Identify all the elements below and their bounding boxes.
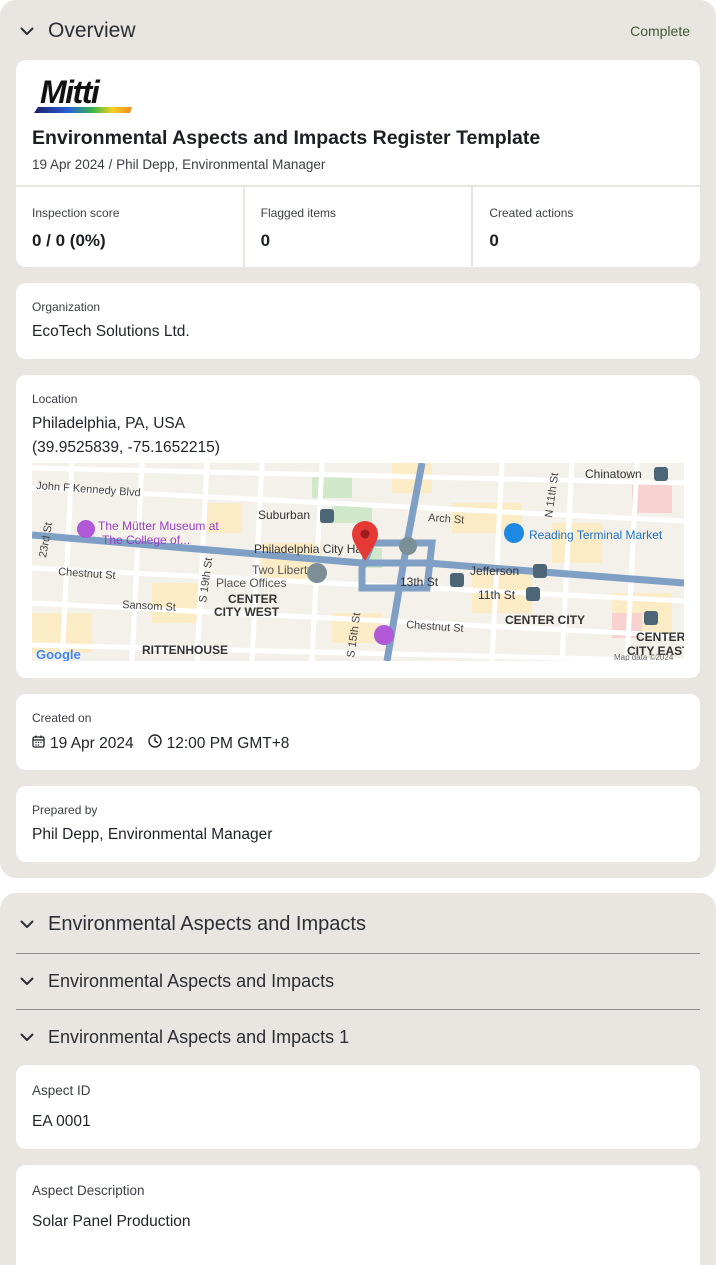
prepared-by-label: Prepared by	[32, 803, 98, 817]
svg-text:Reading Terminal Market: Reading Terminal Market	[529, 528, 663, 542]
stat-label: Flagged items	[260, 206, 337, 220]
chevron-down-icon[interactable]	[16, 20, 38, 42]
svg-text:Map data ©2024: Map data ©2024	[614, 653, 674, 661]
stat-label: Inspection score	[32, 206, 120, 220]
aspect-id-label: Aspect ID	[32, 1083, 91, 1098]
chevron-down-icon[interactable]	[16, 1026, 38, 1048]
svg-text:Google: Google	[36, 647, 81, 661]
chevron-down-icon[interactable]	[16, 913, 38, 935]
svg-text:The Mütter Museum at: The Mütter Museum at	[98, 519, 219, 533]
svg-text:Jefferson: Jefferson	[470, 564, 519, 578]
organization-label: Organization	[32, 300, 101, 314]
aspects-header[interactable]: Environmental Aspects and Impacts	[16, 909, 690, 939]
brand-logo: Mitti	[32, 74, 136, 114]
aspects-subsection-title: Environmental Aspects and Impacts	[48, 970, 335, 991]
overview-section: Overview Complete Mitti Environmental As…	[0, 0, 716, 878]
aspect-id-card: Aspect ID EA 0001	[16, 1065, 700, 1149]
calendar-icon	[32, 735, 45, 753]
organization-card: Organization EcoTech Solutions Ltd.	[16, 283, 700, 359]
location-address: Philadelphia, PA, USA	[32, 415, 186, 432]
created-on-value: 19 Apr 2024 12:00 PM GMT+8	[32, 734, 289, 753]
svg-text:CENTER CITY: CENTER CITY	[505, 613, 585, 627]
svg-text:Suburban: Suburban	[258, 508, 310, 522]
svg-text:Two Liberty: Two Liberty	[252, 563, 313, 577]
location-map[interactable]: John F Kennedy Blvd Chestnut St Sansom S…	[32, 463, 684, 661]
svg-text:RITTENHOUSE: RITTENHOUSE	[142, 643, 228, 657]
svg-text:Chinatown: Chinatown	[585, 467, 642, 481]
stat-value: 0 / 0 (0%)	[32, 231, 106, 250]
location-coordinates: (39.9525839, -75.1652215)	[32, 439, 220, 456]
stat-label: Created actions	[489, 206, 574, 220]
location-card: Location Philadelphia, PA, USA (39.95258…	[16, 375, 700, 678]
report-header-card: Mitti Environmental Aspects and Impacts …	[16, 60, 700, 267]
stats-row: Inspection score 0 / 0 (0%) Flagged item…	[16, 185, 700, 267]
svg-text:Philadelphia City Hall: Philadelphia City Hall	[254, 542, 367, 556]
stat-value: 0	[260, 231, 271, 250]
svg-text:CITY WEST: CITY WEST	[214, 605, 280, 619]
aspects-subsection-header[interactable]: Environmental Aspects and Impacts	[16, 966, 690, 996]
svg-text:13th St: 13th St	[400, 575, 439, 589]
stat-value: 0	[489, 231, 499, 250]
aspect-description-label: Aspect Description	[32, 1183, 145, 1198]
svg-text:CENTER: CENTER	[636, 630, 684, 644]
stat-inspection-score: Inspection score 0 / 0 (0%)	[16, 187, 245, 267]
prepared-by-card: Prepared by Phil Depp, Environmental Man…	[16, 786, 700, 862]
section-divider	[16, 953, 700, 954]
svg-text:Arch St: Arch St	[428, 512, 465, 526]
document-title: Environmental Aspects and Impacts Regist…	[32, 127, 541, 149]
svg-text:Mitti: Mitti	[40, 74, 101, 110]
aspect-id-value: EA 0001	[32, 1113, 91, 1130]
prepared-by-value: Phil Depp, Environmental Manager	[32, 826, 273, 843]
created-date: 19 Apr 2024	[50, 734, 134, 752]
aspects-section: Environmental Aspects and Impacts Enviro…	[0, 893, 716, 1265]
aspects-item-title: Environmental Aspects and Impacts 1	[48, 1026, 350, 1047]
created-time: 12:00 PM GMT+8	[166, 734, 290, 752]
svg-text:11th St: 11th St	[478, 588, 516, 602]
svg-text:CENTER: CENTER	[228, 592, 278, 606]
svg-text:The College of...: The College of...	[102, 533, 190, 547]
overview-title: Overview	[48, 19, 136, 42]
created-on-card: Created on 19 Apr 2024 12:00 PM GMT+8	[16, 694, 700, 770]
document-subtitle: 19 Apr 2024 / Phil Depp, Environmental M…	[32, 157, 326, 172]
stat-flagged-items[interactable]: Flagged items 0	[245, 187, 474, 267]
aspects-item-header[interactable]: Environmental Aspects and Impacts 1	[16, 1022, 690, 1052]
aspects-title: Environmental Aspects and Impacts	[48, 912, 366, 935]
clock-icon	[147, 734, 162, 753]
status-badge: Complete	[630, 23, 690, 39]
svg-text:Place Offices: Place Offices	[216, 576, 286, 590]
aspect-description-value: Solar Panel Production	[32, 1213, 191, 1230]
chevron-down-icon[interactable]	[16, 970, 38, 992]
organization-value: EcoTech Solutions Ltd.	[32, 323, 190, 340]
stat-created-actions[interactable]: Created actions 0	[473, 187, 700, 267]
aspect-description-card: Aspect Description Solar Panel Productio…	[16, 1165, 700, 1265]
location-label: Location	[32, 392, 78, 406]
section-divider	[16, 1009, 700, 1010]
created-on-label: Created on	[32, 711, 92, 725]
overview-header[interactable]: Overview Complete	[16, 16, 690, 46]
